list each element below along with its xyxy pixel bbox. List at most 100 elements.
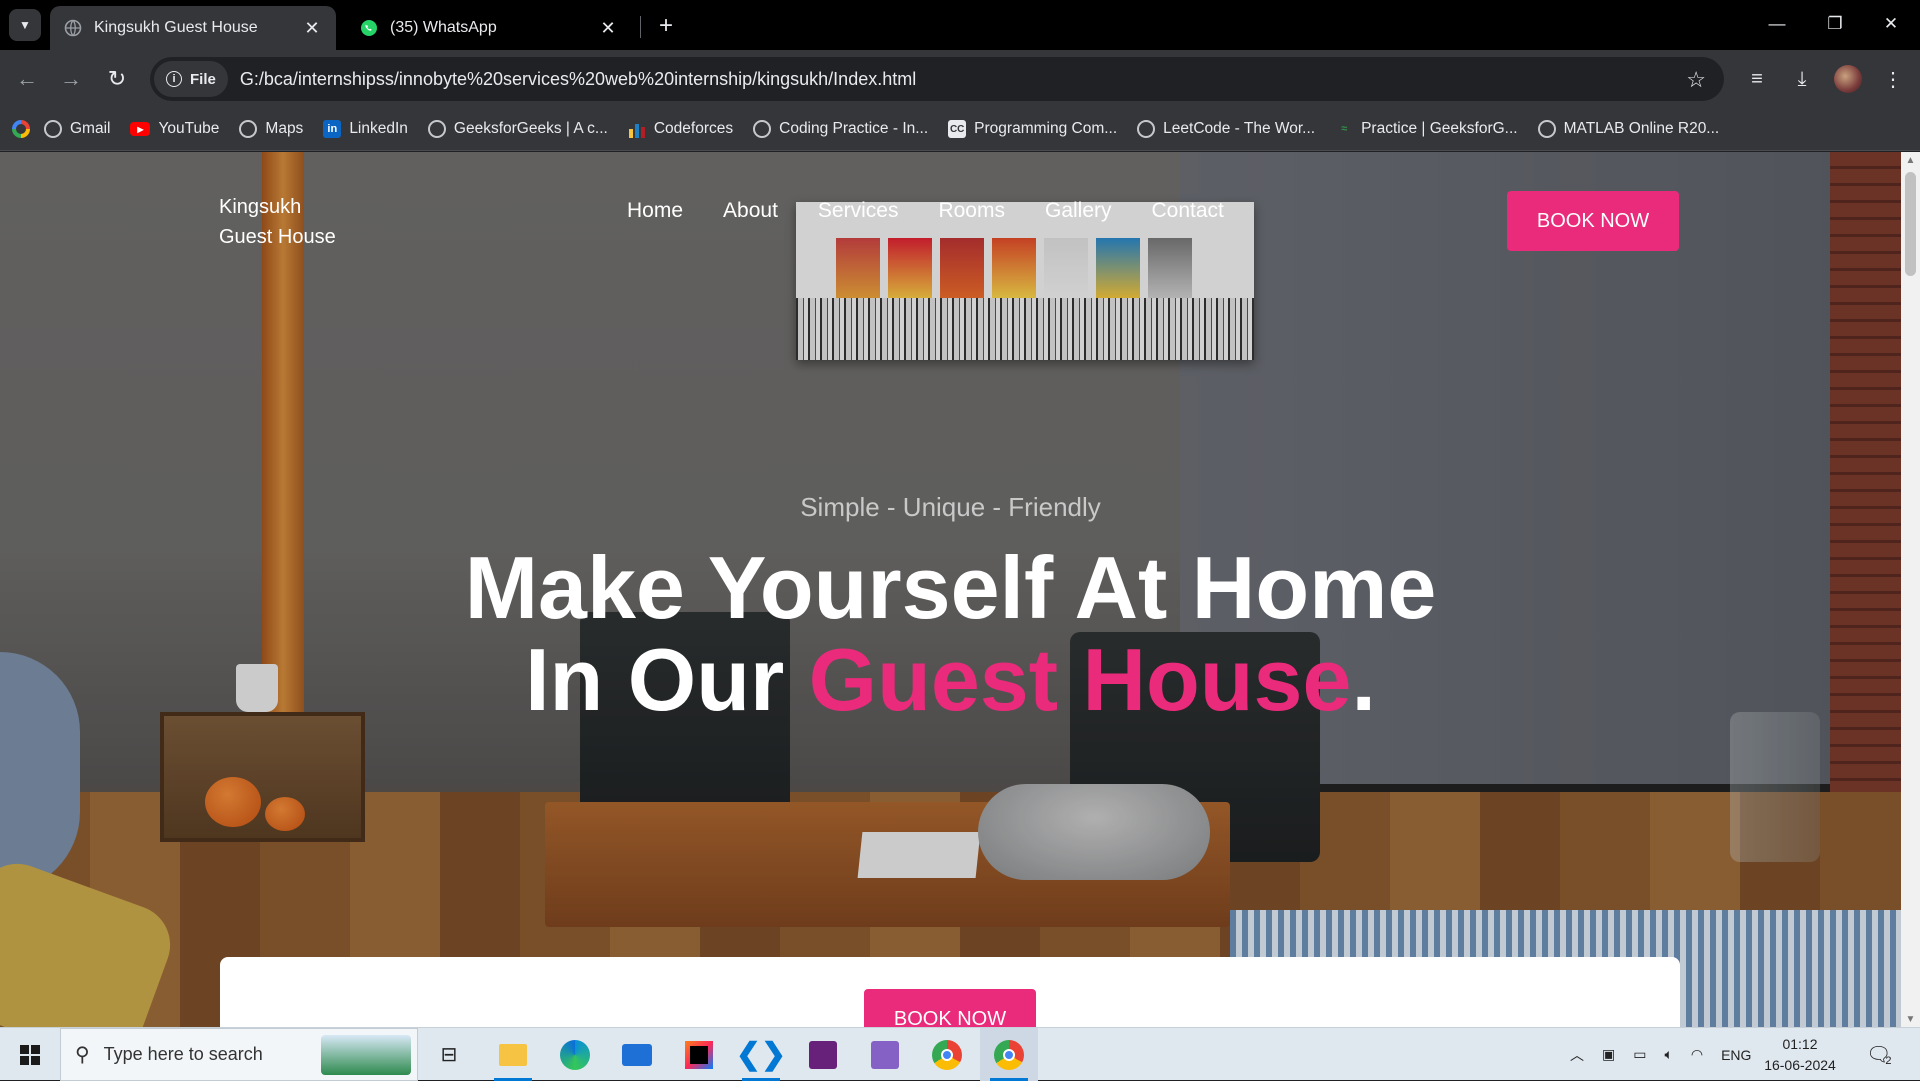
bookmark-linkedin[interactable]: in LinkedIn <box>323 120 408 138</box>
close-window-button[interactable]: ✕ <box>1862 0 1920 48</box>
visual-studio-2-app[interactable] <box>856 1028 914 1081</box>
scroll-down-icon[interactable]: ▼ <box>1901 1011 1920 1027</box>
scroll-up-icon[interactable]: ▲ <box>1901 152 1920 168</box>
hero-tagline: Simple - Unique - Friendly <box>800 492 1101 522</box>
address-bar[interactable]: i File G:/bca/internshipss/innobyte%20se… <box>150 57 1724 101</box>
close-icon: ✕ <box>1883 14 1899 33</box>
battery-icon[interactable]: ▭ <box>1633 1046 1646 1063</box>
bookmark-label: Maps <box>265 120 304 137</box>
intellij-icon <box>685 1040 713 1069</box>
bookmark-gmail[interactable]: Gmail <box>44 120 110 138</box>
device-icon[interactable]: ▣ <box>1602 1046 1615 1063</box>
bookmark-leetcode[interactable]: LeetCode - The Wor... <box>1137 120 1315 138</box>
notification-count: 2 <box>1885 1054 1892 1067</box>
chevron-up-icon[interactable]: ︿ <box>1570 1045 1584 1065</box>
chrome-app[interactable] <box>918 1028 976 1081</box>
chrome-profile-app[interactable] <box>980 1028 1038 1081</box>
star-icon[interactable]: ☆ <box>1686 67 1706 93</box>
bookmark-label: YouTube <box>158 120 220 137</box>
restore-button[interactable]: ❐ <box>1806 0 1864 48</box>
start-button[interactable] <box>0 1028 60 1081</box>
site-info-chip[interactable]: i File <box>154 61 228 97</box>
chrome-icon <box>932 1039 962 1070</box>
clock[interactable]: 01:12 16-06-2024 <box>1760 1034 1840 1076</box>
browser-tab-strip: ▼ Kingsukh Guest House ✕ (35) WhatsApp ✕… <box>0 0 1920 50</box>
media-control-button[interactable]: ≡ <box>1740 62 1774 96</box>
bookmark-matlab[interactable]: MATLAB Online R20... <box>1537 120 1720 138</box>
bookmark-label: Coding Practice - In... <box>779 120 929 137</box>
task-view-button[interactable]: ⊟ <box>420 1028 478 1081</box>
bookmark-youtube[interactable]: ▶ YouTube <box>130 120 219 138</box>
taskbar-search[interactable]: ⚲ Type here to search <box>60 1028 418 1081</box>
bookmark-maps[interactable]: Maps <box>239 120 303 138</box>
bookmark-codeforces[interactable]: Codeforces <box>628 120 733 138</box>
download-icon: ⤓ <box>1797 67 1807 90</box>
globe-icon <box>44 120 62 138</box>
youtube-icon: ▶ <box>130 122 151 136</box>
globe-icon <box>1137 120 1156 138</box>
mail-app[interactable] <box>608 1028 666 1081</box>
file-explorer-app[interactable] <box>484 1028 542 1081</box>
globe-icon <box>239 120 258 138</box>
tab-whatsapp[interactable]: (35) WhatsApp ✕ <box>346 6 632 50</box>
book-now-button[interactable]: BOOK NOW <box>1507 191 1679 251</box>
bookmark-codechef[interactable]: CC Programming Com... <box>948 120 1117 138</box>
minimize-button[interactable]: — <box>1748 0 1806 48</box>
windows-icon <box>20 1044 40 1065</box>
whatsapp-icon <box>361 20 377 36</box>
new-tab-button[interactable]: + <box>652 12 680 40</box>
forward-button[interactable]: → <box>54 62 88 96</box>
tab-kingsukh[interactable]: Kingsukh Guest House ✕ <box>50 6 336 50</box>
close-icon[interactable]: ✕ <box>598 18 618 38</box>
globe-icon <box>753 120 772 138</box>
menu-button[interactable]: ⋮ <box>1876 62 1910 96</box>
search-icon: ⚲ <box>75 1044 90 1066</box>
tab-title: (35) WhatsApp <box>390 19 497 36</box>
tab-separator <box>640 16 641 38</box>
tab-search-button[interactable]: ▼ <box>9 9 41 41</box>
visual-studio-icon <box>809 1040 837 1069</box>
hero-headline: Make Yourself At Home In Our Guest House… <box>0 542 1901 726</box>
nav-home[interactable]: Home <box>627 199 683 223</box>
nav-rooms[interactable]: Rooms <box>938 199 1005 223</box>
bookmark-gfg-practice[interactable]: ≈ Practice | GeeksforG... <box>1335 120 1518 138</box>
arrow-left-icon: ← <box>16 66 38 91</box>
more-vert-icon: ⋮ <box>1883 68 1903 91</box>
nav-contact[interactable]: Contact <box>1152 199 1224 223</box>
google-bookmark[interactable] <box>12 120 30 138</box>
search-placeholder: Type here to search <box>103 1044 263 1064</box>
card-book-now-button[interactable]: BOOK NOW <box>864 989 1036 1027</box>
wifi-icon[interactable]: ◠ <box>1691 1046 1703 1063</box>
bookmarks-bar: Gmail ▶ YouTube Maps in LinkedIn GeeksforG… <box>0 108 1920 151</box>
globe-icon <box>64 19 82 37</box>
clock-date: 16-06-2024 <box>1764 1057 1836 1073</box>
profile-avatar[interactable] <box>1834 65 1862 93</box>
intellij-app[interactable] <box>670 1028 728 1081</box>
bookmark-coding-practice[interactable]: Coding Practice - In... <box>753 120 928 138</box>
nav-gallery[interactable]: Gallery <box>1045 199 1112 223</box>
plus-icon: + <box>658 12 673 39</box>
task-view-icon: ⊟ <box>440 1044 458 1066</box>
linkedin-icon: in <box>323 120 342 138</box>
notification-button[interactable]: 🗨︎ 2 <box>1866 1028 1892 1081</box>
site-logo[interactable]: Kingsukh Guest House <box>219 192 336 252</box>
edge-app[interactable] <box>546 1028 604 1081</box>
gfg-icon: ≈ <box>1341 123 1348 135</box>
visual-studio-icon <box>871 1040 899 1069</box>
bookmark-label: MATLAB Online R20... <box>1563 120 1720 137</box>
scrollbar-thumb[interactable] <box>1905 172 1916 276</box>
reload-button[interactable]: ↻ <box>100 62 134 96</box>
close-icon[interactable]: ✕ <box>302 18 322 38</box>
bookmark-geeksforgeeks[interactable]: GeeksforGeeks | A c... <box>427 120 608 138</box>
nav-about[interactable]: About <box>723 199 778 223</box>
volume-icon[interactable]: 🔈︎ <box>1664 1046 1672 1063</box>
nav-services[interactable]: Services <box>818 199 899 223</box>
logo-line: Guest House <box>219 226 336 248</box>
vscode-app[interactable]: ❮❯ <box>732 1028 790 1081</box>
downloads-button[interactable]: ⤓ <box>1785 62 1819 96</box>
visual-studio-app[interactable] <box>794 1028 852 1081</box>
url-text[interactable]: G:/bca/internshipss/innobyte%20services%… <box>240 69 916 90</box>
page-scrollbar[interactable]: ▲ ▼ <box>1901 152 1920 1027</box>
language-indicator[interactable]: ENG <box>1721 1047 1751 1063</box>
back-button[interactable]: ← <box>10 62 44 96</box>
